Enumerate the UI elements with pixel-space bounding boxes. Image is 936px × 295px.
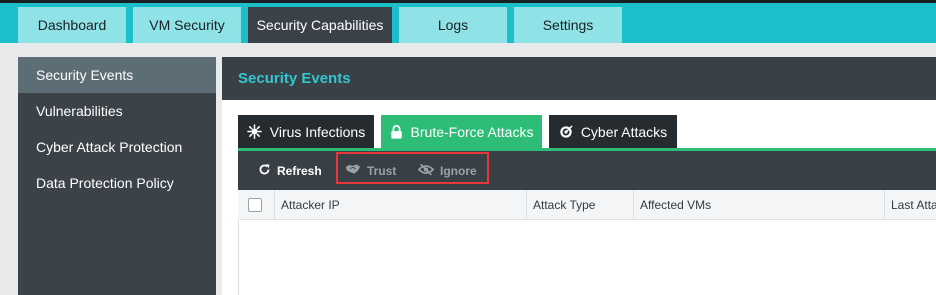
tab-vm-security[interactable]: VM Security [133,7,241,43]
lock-icon [390,124,403,139]
highlight-box [336,152,489,184]
column-label: Affected VMs [640,198,712,212]
column-label: Attacker IP [281,198,340,212]
tab-security-capabilities[interactable]: Security Capabilities [248,7,392,43]
subtab-brute-force-attacks[interactable]: Brute-Force Attacks [381,115,542,148]
column-header-last-attack[interactable]: Last Attac [884,190,936,220]
subtab-virus-infections[interactable]: Virus Infections [238,115,374,148]
tab-settings[interactable]: Settings [514,7,622,43]
subtab-label: Cyber Attacks [580,123,668,140]
refresh-icon [258,163,271,179]
refresh-label: Refresh [277,164,322,178]
refresh-button[interactable]: Refresh [258,163,322,179]
column-label: Last Attac [891,198,936,212]
virus-icon [246,124,262,139]
sidebar-item-label: Vulnerabilities [36,103,123,119]
subtab-label: Virus Infections [269,123,366,140]
sidebar-item-label: Security Events [36,67,134,83]
table-header: Attacker IP Attack Type Affected VMs Las… [238,190,936,220]
page-title: Security Events [238,70,351,87]
sidebar-item-label: Cyber Attack Protection [36,139,183,155]
select-all-checkbox[interactable] [248,198,262,212]
sidebar: Security Events Vulnerabilities Cyber At… [18,57,216,295]
sidebar-item-vulnerabilities[interactable]: Vulnerabilities [18,93,216,129]
sidebar-item-data-protection-policy[interactable]: Data Protection Policy [18,165,216,201]
column-header-attacker-ip[interactable]: Attacker IP [274,190,526,220]
sidebar-item-label: Data Protection Policy [36,175,174,191]
sidebar-item-cyber-attack-protection[interactable]: Cyber Attack Protection [18,129,216,165]
column-label: Attack Type [533,198,596,212]
sidebar-item-security-events[interactable]: Security Events [18,57,216,93]
main-header: Security Events [222,57,936,100]
tab-logs[interactable]: Logs [399,7,507,43]
column-header-attack-type[interactable]: Attack Type [526,190,633,220]
table-body [238,221,936,295]
tab-dashboard[interactable]: Dashboard [18,7,126,43]
target-icon [559,124,573,139]
column-header-affected-vms[interactable]: Affected VMs [633,190,883,220]
subtab-label: Brute-Force Attacks [410,123,534,140]
subtab-cyber-attacks[interactable]: Cyber Attacks [549,115,677,148]
